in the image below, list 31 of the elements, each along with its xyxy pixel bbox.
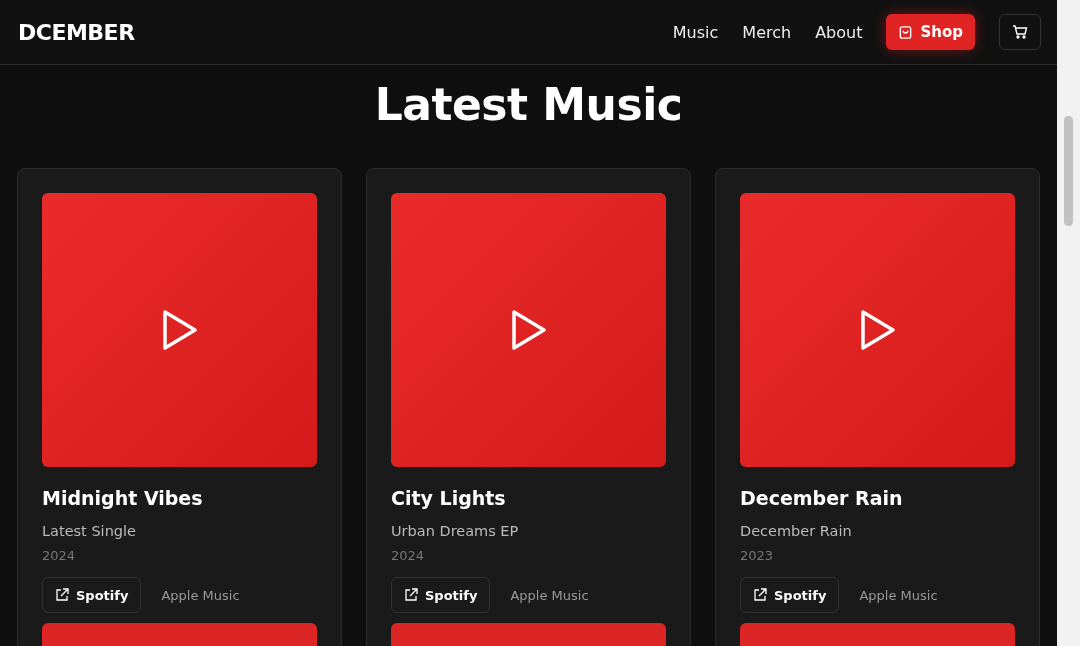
site-logo[interactable]: DCEMBER xyxy=(18,19,673,45)
release-title: December Rain xyxy=(740,487,904,510)
shop-button[interactable]: Shop xyxy=(886,14,975,50)
shopping-bag-icon xyxy=(898,24,914,40)
play-icon[interactable] xyxy=(859,309,896,352)
nav-link[interactable]: Merch xyxy=(742,22,792,42)
release-subtitle: December Rain xyxy=(740,523,853,540)
apple-music-link[interactable]: Apple Music xyxy=(147,577,254,614)
nav-link[interactable]: Music xyxy=(672,22,719,42)
release-title: Midnight Vibes xyxy=(42,487,204,510)
release-subtitle: Urban Dreams EP xyxy=(391,523,520,540)
release-title: City Lights xyxy=(391,487,507,510)
cart-button[interactable] xyxy=(999,14,1041,50)
external-link-icon xyxy=(753,588,767,603)
apple-music-link[interactable]: Apple Music xyxy=(845,577,952,614)
section-heading: Latest Music xyxy=(374,79,683,130)
external-link-icon xyxy=(404,588,418,603)
external-link-icon xyxy=(55,588,69,603)
apple-music-link[interactable]: Apple Music xyxy=(496,577,603,614)
spotify-link-button[interactable]: Spotify xyxy=(42,577,142,614)
release-year: 2024 xyxy=(391,548,426,564)
spotify-link-button[interactable]: Spotify xyxy=(740,577,840,614)
release-year: 2023 xyxy=(740,548,775,564)
cart-icon xyxy=(1012,24,1028,40)
release-subtitle: Latest Single xyxy=(42,523,137,540)
play-icon[interactable] xyxy=(161,309,198,352)
nav-link[interactable]: About xyxy=(815,22,863,42)
play-icon[interactable] xyxy=(510,309,547,352)
scrollbar[interactable] xyxy=(1057,0,1080,646)
release-year: 2024 xyxy=(42,548,77,564)
spotify-link-button[interactable]: Spotify xyxy=(391,577,491,614)
